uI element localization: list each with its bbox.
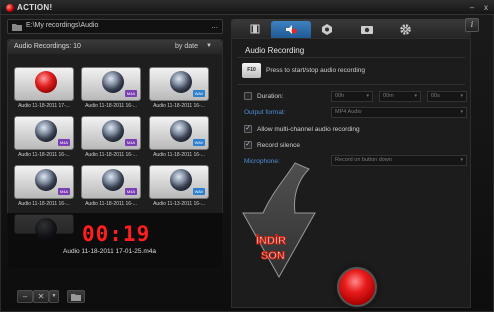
recording-caption: Audio 11-13-2011 16-... — [153, 201, 205, 207]
output-format-select[interactable]: MP4 Audio ▾ — [331, 107, 467, 118]
microphone-disc-icon — [102, 71, 124, 93]
recording-caption: Audio 11-18-2011 16-... — [153, 152, 205, 158]
list-toolbar: – ✕ ▼ — [7, 287, 223, 307]
recording-thumbnail[interactable]: WAV — [149, 165, 209, 199]
microphone-select[interactable]: Record on button down ▾ — [331, 155, 467, 166]
browse-button[interactable]: ... — [211, 21, 218, 30]
duration-minutes-value: 00m — [383, 93, 394, 99]
recording-thumbnail[interactable]: M4A — [81, 67, 141, 101]
action-app-window: ACTION! – x E:\My recordings\Audio ... A… — [0, 0, 494, 312]
minus-button[interactable]: – — [17, 290, 33, 303]
info-button[interactable]: i — [465, 18, 479, 32]
recordings-count: Audio Recordings: 10 — [14, 43, 81, 50]
camera-icon — [361, 26, 373, 34]
tab-games[interactable] — [307, 21, 347, 38]
format-badge: WAV — [193, 90, 205, 97]
recording-thumbnail[interactable]: M4A — [81, 116, 141, 150]
watermark-text-line1: İNDİR — [256, 235, 287, 248]
path-text: E:\My recordings\Audio — [26, 22, 99, 29]
title-bar: ACTION! – x — [1, 1, 494, 15]
recording-caption: Audio 11-18-2011 16-... — [85, 103, 137, 109]
microphone-disc-icon — [102, 169, 124, 191]
duration-checkbox[interactable] — [244, 92, 252, 100]
recording-timer: 00:19 — [82, 222, 151, 246]
output-format-label: Output format: — [244, 109, 286, 116]
format-badge: M4A — [125, 90, 137, 97]
format-badge: WAV — [193, 188, 205, 195]
film-icon — [250, 24, 260, 34]
output-format-value: MP4 Audio — [335, 109, 362, 115]
recording-caption: Audio 11-18-2011 16-... — [18, 201, 70, 207]
chevron-down-icon[interactable]: ▼ — [206, 43, 212, 49]
record-silence-label: Record silence — [257, 142, 300, 149]
recording-thumbnail[interactable]: M4A — [81, 165, 141, 199]
audio-icon — [286, 25, 297, 34]
multichannel-checkbox[interactable]: ✓ — [244, 125, 252, 133]
recording-thumbnail[interactable] — [14, 67, 74, 101]
delete-options-chevron-icon[interactable]: ▼ — [49, 290, 59, 303]
duration-seconds-value: 00s — [431, 93, 440, 99]
gear-icon — [399, 24, 411, 35]
game-icon — [322, 24, 332, 35]
hotkey-button[interactable]: F10 — [242, 63, 261, 78]
format-badge: M4A — [125, 139, 137, 146]
duration-label: Duration: — [257, 93, 284, 100]
folder-open-button[interactable] — [67, 290, 85, 303]
format-badge: M4A — [125, 188, 137, 195]
folder-open-icon — [71, 294, 81, 301]
microphone-disc-icon — [170, 120, 192, 142]
recording-caption: Audio 11-18-2011 16-... — [153, 103, 205, 109]
app-logo-icon — [6, 4, 14, 12]
section-title: Audio Recording — [245, 46, 305, 55]
duration-minutes-field[interactable]: 00m ▾ — [379, 91, 421, 102]
microphone-value: Record on button down — [335, 157, 392, 163]
watermark-text-line2: SON — [261, 250, 286, 263]
record-silence-checkbox[interactable]: ✓ — [244, 141, 252, 149]
tab-video[interactable] — [235, 21, 275, 38]
app-title: ACTION! — [17, 3, 53, 12]
microphone-disc-icon — [102, 120, 124, 142]
format-badge: M4A — [58, 188, 70, 195]
format-badge: M4A — [58, 139, 70, 146]
recording-filename: Audio 11-18-2011 17-01-25.m4a — [63, 248, 156, 255]
divider — [237, 57, 465, 58]
list-header: Audio Recordings: 10 by date ▼ — [8, 40, 222, 54]
record-button[interactable] — [337, 267, 377, 307]
tab-settings[interactable] — [385, 21, 425, 38]
divider — [237, 84, 465, 85]
tab-screenshot[interactable] — [347, 21, 387, 38]
microphone-disc-icon — [35, 169, 57, 191]
sort-dropdown[interactable]: by date — [175, 43, 198, 50]
hotkey-hint: Press to start/stop audio recording — [266, 67, 365, 74]
recording-thumbnail[interactable]: M4A — [14, 116, 74, 150]
duration-hours-field[interactable]: 00h ▾ — [331, 91, 373, 102]
duration-hours-value: 00h — [335, 93, 345, 99]
microphone-disc-icon — [170, 169, 192, 191]
recording-thumbnail[interactable]: M4A — [14, 165, 74, 199]
folder-icon — [12, 24, 22, 31]
delete-button[interactable]: ✕ — [33, 290, 49, 303]
close-button[interactable]: x — [481, 3, 491, 12]
duration-seconds-field[interactable]: 00s ▾ — [427, 91, 467, 102]
recording-caption: Audio 11-18-2011 16-... — [85, 152, 137, 158]
microphone-disc-icon — [170, 71, 192, 93]
recording-thumbnail[interactable]: WAV — [149, 67, 209, 101]
multichannel-label: Allow multi-channel audio recording — [257, 126, 360, 133]
recording-caption: Audio 11-18-2011 16-... — [85, 201, 137, 207]
recording-thumbnail[interactable]: WAV — [149, 116, 209, 150]
settings-tab-bar — [231, 19, 471, 38]
recording-caption: Audio 11-18-2011 17-... — [18, 103, 70, 109]
minimize-button[interactable]: – — [467, 3, 477, 12]
record-disc-icon — [35, 71, 57, 93]
recordings-path-field[interactable]: E:\My recordings\Audio ... — [7, 19, 223, 34]
recording-caption: Audio 11-18-2011 16-... — [18, 152, 70, 158]
tab-audio[interactable] — [271, 21, 311, 38]
microphone-disc-icon — [35, 120, 57, 142]
format-badge: WAV — [193, 139, 205, 146]
